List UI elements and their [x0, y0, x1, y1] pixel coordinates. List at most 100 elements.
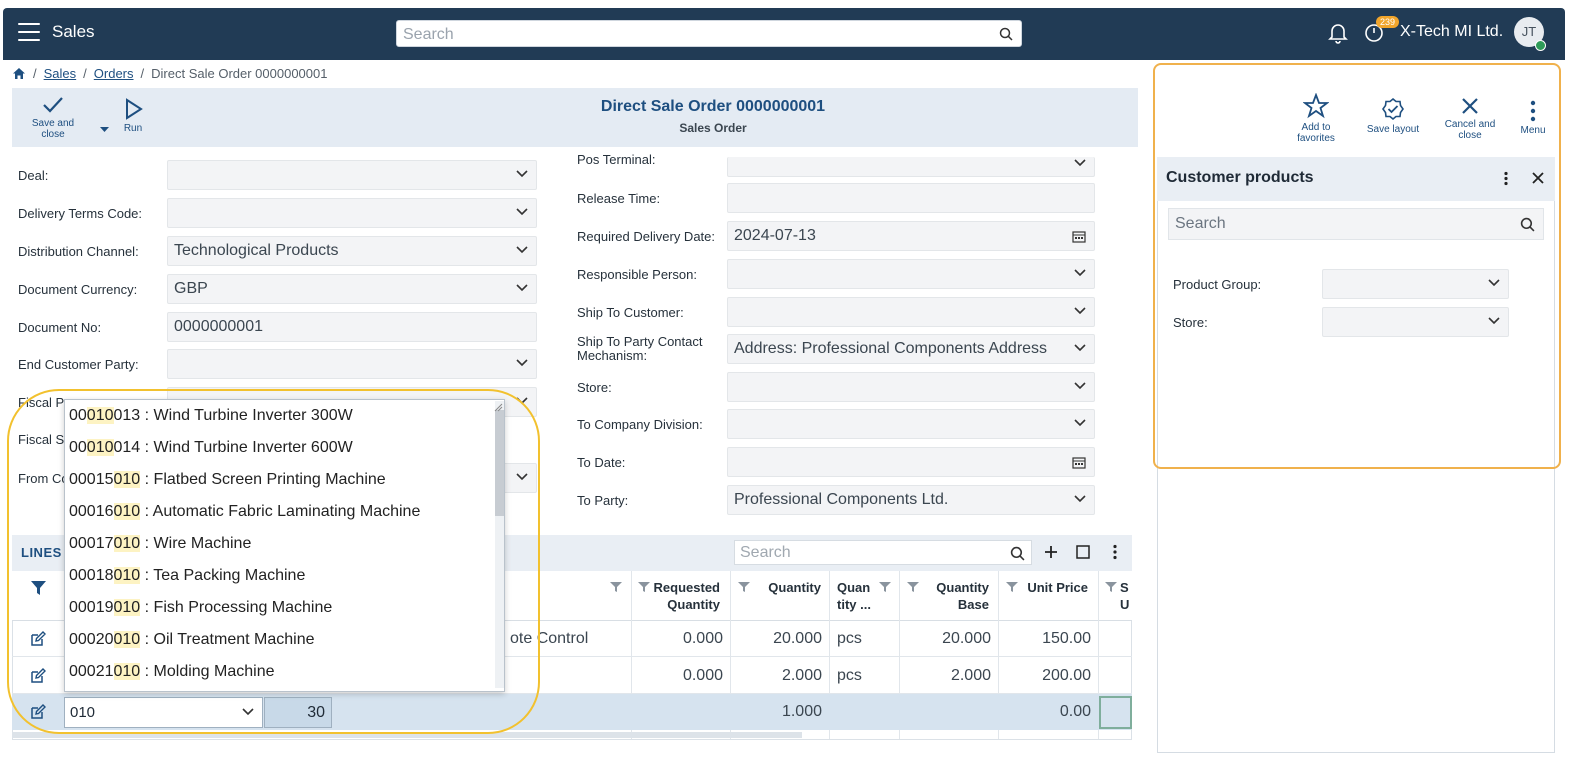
pos-terminal-label: Pos Terminal:	[577, 152, 656, 167]
distribution-channel-label: Distribution Channel:	[18, 244, 139, 259]
column-filter-icon[interactable]	[610, 581, 622, 593]
responsible-person-select[interactable]	[727, 259, 1095, 289]
document-currency-label: Document Currency:	[18, 282, 138, 297]
end-customer-party-select[interactable]	[167, 349, 537, 379]
row-next-cell[interactable]	[1099, 696, 1132, 729]
distribution-channel-select[interactable]: Technological Products	[167, 236, 537, 266]
col-requested-quantity[interactable]: Requested Quantity	[652, 579, 720, 613]
highlight-outline-panel	[1153, 63, 1561, 469]
col-partial[interactable]: S U	[1120, 579, 1132, 613]
deal-select[interactable]	[167, 160, 537, 190]
column-filter-icon[interactable]	[907, 581, 919, 593]
end-customer-party-label: End Customer Party:	[18, 357, 139, 372]
status-online-icon	[1535, 40, 1546, 51]
to-company-division-select[interactable]	[727, 409, 1095, 439]
app-title: Sales	[52, 22, 95, 41]
document-toolbar	[12, 88, 1138, 147]
row-quantity: 20.000	[773, 630, 822, 647]
col-quantity-unit[interactable]: Quan tity ...	[837, 579, 871, 613]
document-no-label: Document No:	[18, 320, 102, 335]
column-filter-icon[interactable]	[1105, 581, 1117, 593]
col-quantity-base[interactable]: Quantity Base	[922, 579, 989, 613]
breadcrumb: / Sales / Orders / Direct Sale Order 000…	[12, 66, 327, 81]
column-filter-icon[interactable]	[738, 581, 750, 593]
company-name[interactable]: X-Tech MI Ltd.	[1400, 23, 1503, 41]
page-title: Direct Sale Order 0000000001	[600, 98, 826, 115]
save-and-close-button[interactable]: Save and close	[26, 95, 80, 140]
chevron-down-icon	[516, 359, 528, 367]
hamburger-menu-icon[interactable]	[18, 23, 40, 41]
row-unit-price: 150.00	[1042, 630, 1091, 647]
col-quantity[interactable]: Quantity	[755, 579, 821, 596]
lines-search-placeholder: Search	[740, 544, 791, 561]
pos-terminal-select[interactable]	[727, 157, 1095, 177]
row-requested-quantity: 0.000	[682, 667, 723, 684]
release-time-field[interactable]	[727, 183, 1095, 213]
search-icon[interactable]	[1010, 546, 1025, 561]
home-icon[interactable]	[12, 67, 26, 80]
row-unit-price: 200.00	[1042, 667, 1091, 684]
highlight-outline-dropdown	[7, 389, 540, 734]
timer-count-badge: 239	[1376, 16, 1400, 28]
required-delivery-date-label: Required Delivery Date:	[577, 229, 716, 244]
global-search-placeholder: Search	[403, 26, 454, 43]
search-icon	[999, 27, 1013, 41]
row-quantity-base: 20.000	[942, 630, 991, 647]
deal-label: Deal:	[18, 168, 49, 183]
breadcrumb-orders[interactable]: Orders	[94, 66, 134, 81]
notification-bell-icon[interactable]	[1326, 20, 1350, 44]
chevron-down-icon	[1074, 419, 1086, 427]
column-filter-icon[interactable]	[1006, 581, 1018, 593]
store-select[interactable]	[727, 372, 1095, 402]
delivery-terms-select[interactable]	[167, 198, 537, 228]
chevron-down-icon	[1074, 269, 1086, 277]
checkmark-icon	[43, 97, 63, 113]
to-company-division-label: To Company Division:	[577, 417, 703, 432]
run-button[interactable]: Run	[118, 98, 148, 134]
calendar-icon[interactable]	[1072, 456, 1086, 469]
chevron-down-icon	[1074, 344, 1086, 352]
save-options-chevron-icon[interactable]	[99, 126, 110, 134]
play-icon	[126, 98, 143, 120]
row-quantity: 2.000	[781, 667, 822, 684]
maximize-icon[interactable]	[1076, 545, 1090, 559]
delivery-terms-label: Delivery Terms Code:	[18, 206, 143, 221]
document-currency-select[interactable]: GBP	[167, 274, 537, 304]
col-unit-price[interactable]: Unit Price	[1020, 579, 1088, 596]
chevron-down-icon	[516, 284, 528, 292]
chevron-down-icon	[516, 246, 528, 254]
more-vertical-icon[interactable]	[1112, 544, 1118, 560]
column-filter-icon[interactable]	[879, 581, 891, 593]
chevron-down-icon	[1074, 382, 1086, 390]
to-party-label: To Party:	[577, 493, 629, 508]
document-no-field[interactable]: 0000000001	[167, 312, 537, 342]
row-unit-price[interactable]: 0.00	[999, 703, 1091, 721]
row-unit: pcs	[837, 630, 862, 647]
row-quantity-base: 2.000	[950, 667, 991, 684]
row-unit: pcs	[837, 667, 862, 684]
chevron-down-icon	[1074, 307, 1086, 315]
run-label: Run	[123, 123, 143, 134]
release-time-label: Release Time:	[577, 191, 661, 206]
row-quantity[interactable]: 1.000	[731, 703, 822, 721]
global-search-input[interactable]: Search	[396, 20, 1022, 47]
calendar-icon[interactable]	[1072, 230, 1086, 243]
ship-to-customer-select[interactable]	[727, 297, 1095, 327]
chevron-down-icon	[516, 170, 528, 178]
chevron-down-icon	[516, 208, 528, 216]
add-line-icon[interactable]	[1044, 545, 1058, 559]
to-date-label: To Date:	[577, 455, 626, 470]
required-delivery-date-field[interactable]: 2024-07-13	[727, 221, 1095, 251]
store-label: Store:	[577, 380, 612, 395]
responsible-person-label: Responsible Person:	[577, 267, 697, 282]
breadcrumb-current: Direct Sale Order 0000000001	[151, 66, 328, 81]
to-party-select[interactable]: Professional Components Ltd.	[727, 485, 1095, 515]
to-date-field[interactable]	[727, 447, 1095, 477]
breadcrumb-sales[interactable]: Sales	[44, 66, 77, 81]
page-subtitle: Sales Order	[679, 121, 747, 135]
chevron-down-icon	[1074, 159, 1086, 167]
ship-to-party-contact-label: Ship To Party Contact Mechanism:	[577, 334, 703, 363]
ship-to-party-contact-select[interactable]: Address: Professional Components Address	[727, 334, 1095, 364]
lines-search-input[interactable]: Search	[734, 540, 1032, 565]
column-filter-icon[interactable]	[638, 581, 650, 593]
